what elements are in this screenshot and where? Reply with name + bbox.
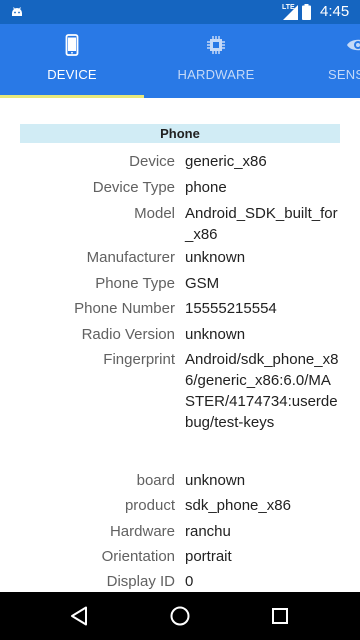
info-value: phone <box>185 179 227 196</box>
info-value: generic_x86 <box>185 153 267 170</box>
status-clock: 4:45 <box>320 3 350 20</box>
info-label: Manufacturer <box>86 249 175 266</box>
info-label: Device <box>129 153 175 170</box>
info-value: sdk_phone_x86 <box>185 497 291 514</box>
info-label: Orientation <box>101 548 175 565</box>
info-label: Phone Type <box>95 275 175 292</box>
info-label: Display ID <box>106 573 175 590</box>
info-label: Radio Version <box>81 326 175 343</box>
info-label: board <box>136 472 175 489</box>
tab-device[interactable]: DEVICE <box>0 24 144 98</box>
info-value: unknown <box>185 249 246 266</box>
back-icon[interactable] <box>68 604 92 628</box>
info-label: Device Type <box>92 179 175 196</box>
chip-icon <box>207 36 225 54</box>
tab-sensors-label: SENS <box>328 67 360 82</box>
status-bar: LTE 4:45 <box>0 0 360 24</box>
tab-sensors[interactable]: SENS <box>288 24 360 98</box>
info-value: unknown <box>185 326 246 343</box>
eye-icon <box>347 39 360 51</box>
info-label: Model <box>134 205 175 222</box>
info-value: ranchu <box>185 523 231 540</box>
info-label: Fingerprint <box>103 351 175 368</box>
tab-bar: DEVICE HARDWARE SENS <box>0 24 360 98</box>
home-icon[interactable] <box>168 604 192 628</box>
info-value: 0 <box>185 573 194 590</box>
info-label: Phone Number <box>74 300 175 317</box>
info-label: product <box>124 497 175 514</box>
android-icon <box>12 7 22 16</box>
tab-hardware[interactable]: HARDWARE <box>144 24 288 98</box>
phone-icon <box>65 34 79 56</box>
info-value: unknown <box>185 472 246 489</box>
tab-device-label: DEVICE <box>47 67 97 82</box>
tab-hardware-label: HARDWARE <box>177 67 255 82</box>
navigation-bar <box>0 592 360 640</box>
lte-label: LTE <box>282 4 295 11</box>
recents-icon[interactable] <box>268 604 292 628</box>
info-label: Hardware <box>109 523 175 540</box>
device-info-list[interactable]: Phone Device generic_x86 Device Type pho… <box>0 98 360 592</box>
section-title: Phone <box>20 124 340 143</box>
info-value: 15555215554 <box>185 300 277 317</box>
info-value: portrait <box>185 548 232 565</box>
battery-icon <box>302 4 311 20</box>
info-value: Android/sdk_phone_x86/generic_x86:6.0/MA… <box>185 351 339 431</box>
info-value: Android_SDK_built_for_x86 <box>185 205 338 243</box>
info-value: GSM <box>185 275 220 292</box>
